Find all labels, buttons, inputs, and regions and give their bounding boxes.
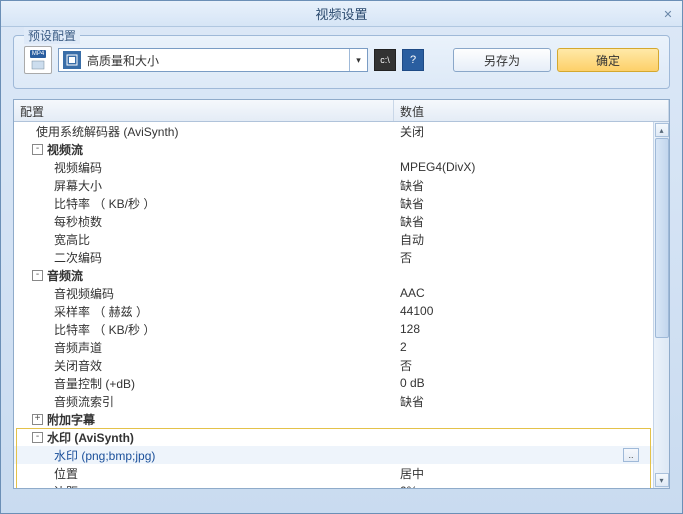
setting-label: 比特率 （ KB/秒 ） bbox=[54, 321, 155, 338]
setting-value[interactable]: 2 bbox=[394, 340, 653, 354]
vertical-scrollbar[interactable]: ▴ ▾ bbox=[653, 122, 669, 488]
table-row[interactable]: 比特率 （ KB/秒 ） 128 bbox=[14, 320, 653, 338]
window-title: 视频设置 bbox=[315, 4, 367, 23]
setting-value[interactable]: 自动 bbox=[394, 231, 653, 248]
table-row[interactable]: 音视频编码 AAC bbox=[14, 284, 653, 302]
setting-label: 音视频编码 bbox=[54, 285, 114, 302]
setting-value[interactable]: 0% bbox=[394, 484, 653, 488]
preset-select[interactable]: 高质量和大小 ▾ bbox=[58, 48, 368, 72]
setting-value[interactable]: 缺省 bbox=[394, 213, 653, 230]
setting-label: 位置 bbox=[54, 465, 78, 482]
table-row[interactable]: 屏幕大小 缺省 bbox=[14, 176, 653, 194]
setting-label: 每秒桢数 bbox=[54, 213, 102, 230]
titlebar: 视频设置 ✕ bbox=[1, 1, 682, 27]
scrollbar-thumb[interactable] bbox=[655, 138, 669, 338]
setting-label: 宽高比 bbox=[54, 231, 90, 248]
table-row[interactable]: 视频编码 MPEG4(DivX) bbox=[14, 158, 653, 176]
table-header: 配置 数值 bbox=[14, 100, 669, 122]
close-icon[interactable]: ✕ bbox=[660, 6, 676, 22]
setting-value[interactable]: 缺省 bbox=[394, 393, 653, 410]
table-row[interactable]: 位置 居中 bbox=[14, 464, 653, 482]
mp4-file-icon: MP4 bbox=[24, 46, 52, 74]
table-body: 使用系统解码器 (AviSynth)关闭-视频流视频编码MPEG4(DivX)屏… bbox=[14, 122, 653, 488]
video-settings-window: 视频设置 ✕ 预设配置 MP4 高质量和大小 ▾ c:\ ? 另存为 确定 bbox=[0, 0, 683, 514]
table-row[interactable]: 边距 0% bbox=[14, 482, 653, 488]
setting-label: 采样率 （ 赫兹 ） bbox=[54, 303, 148, 320]
setting-label: 水印 (png;bmp;jpg) bbox=[54, 447, 155, 464]
setting-value[interactable]: AAC bbox=[394, 286, 653, 300]
setting-value[interactable]: 缺省 bbox=[394, 195, 653, 212]
table-row[interactable]: 音频流索引 缺省 bbox=[14, 392, 653, 410]
table-row[interactable]: 音频声道 2 bbox=[14, 338, 653, 356]
setting-label: 音频声道 bbox=[54, 339, 102, 356]
setting-value[interactable]: 否 bbox=[394, 357, 653, 374]
setting-value[interactable]: 关闭 bbox=[394, 123, 653, 140]
setting-label: 关闭音效 bbox=[54, 357, 102, 374]
setting-value[interactable]: 44100 bbox=[394, 304, 653, 318]
preset-group: 预设配置 MP4 高质量和大小 ▾ c:\ ? 另存为 确定 bbox=[13, 35, 670, 89]
collapse-icon[interactable]: - bbox=[32, 270, 43, 281]
setting-value[interactable]: 缺省 bbox=[394, 177, 653, 194]
group-label: 音频流 bbox=[47, 267, 83, 284]
table-row[interactable]: 比特率 （ KB/秒 ） 缺省 bbox=[14, 194, 653, 212]
group-label: 视频流 bbox=[47, 141, 83, 158]
expand-icon[interactable]: + bbox=[32, 414, 43, 425]
chevron-down-icon[interactable]: ▾ bbox=[349, 49, 367, 71]
setting-label: 边距 bbox=[54, 483, 78, 489]
settings-table: 配置 数值 使用系统解码器 (AviSynth)关闭-视频流视频编码MPEG4(… bbox=[13, 99, 670, 489]
setting-label: 比特率 （ KB/秒 ） bbox=[54, 195, 155, 212]
table-row[interactable]: 采样率 （ 赫兹 ） 44100 bbox=[14, 302, 653, 320]
browse-button[interactable]: .. bbox=[623, 448, 639, 462]
preset-row: MP4 高质量和大小 ▾ c:\ ? 另存为 确定 bbox=[24, 46, 659, 74]
column-header-config[interactable]: 配置 bbox=[14, 100, 394, 121]
setting-value[interactable]: 居中 bbox=[394, 465, 653, 482]
group-row[interactable]: -视频流 bbox=[14, 140, 653, 158]
table-row[interactable]: 二次编码 否 bbox=[14, 248, 653, 266]
setting-value[interactable]: MPEG4(DivX) bbox=[394, 160, 653, 174]
setting-label: 视频编码 bbox=[54, 159, 102, 176]
save-as-button[interactable]: 另存为 bbox=[453, 48, 551, 72]
scroll-down-icon[interactable]: ▾ bbox=[655, 473, 669, 487]
group-label: 附加字幕 bbox=[47, 411, 95, 428]
setting-value[interactable]: 128 bbox=[394, 322, 653, 336]
scroll-up-icon[interactable]: ▴ bbox=[655, 123, 669, 137]
setting-label: 使用系统解码器 (AviSynth) bbox=[36, 123, 178, 140]
table-row[interactable]: 每秒桢数 缺省 bbox=[14, 212, 653, 230]
table-row[interactable]: 使用系统解码器 (AviSynth) 关闭 bbox=[14, 122, 653, 140]
setting-label: 音频流索引 bbox=[54, 393, 114, 410]
setting-value[interactable]: 0 dB bbox=[394, 376, 653, 390]
table-row[interactable]: 音量控制 (+dB) 0 dB bbox=[14, 374, 653, 392]
preset-legend: 预设配置 bbox=[24, 27, 80, 44]
help-button[interactable]: ? bbox=[402, 49, 424, 71]
cmd-button[interactable]: c:\ bbox=[374, 49, 396, 71]
scrollbar-track[interactable] bbox=[655, 138, 669, 472]
setting-label: 二次编码 bbox=[54, 249, 102, 266]
setting-label: 屏幕大小 bbox=[54, 177, 102, 194]
group-row[interactable]: + 附加字幕 bbox=[14, 410, 653, 428]
setting-label: 音量控制 (+dB) bbox=[54, 375, 135, 392]
group-row[interactable]: -水印 (AviSynth) bbox=[14, 428, 653, 446]
collapse-icon[interactable]: - bbox=[32, 144, 43, 155]
setting-value[interactable]: .. bbox=[394, 448, 653, 462]
group-row[interactable]: -音频流 bbox=[14, 266, 653, 284]
collapse-icon[interactable]: - bbox=[32, 432, 43, 443]
column-header-value[interactable]: 数值 bbox=[394, 100, 669, 121]
preset-select-value: 高质量和大小 bbox=[85, 52, 349, 69]
film-icon bbox=[63, 51, 81, 69]
table-row[interactable]: 水印 (png;bmp;jpg).. bbox=[14, 446, 653, 464]
group-label: 水印 (AviSynth) bbox=[47, 429, 134, 446]
setting-value[interactable]: 否 bbox=[394, 249, 653, 266]
ok-button[interactable]: 确定 bbox=[557, 48, 659, 72]
table-row[interactable]: 宽高比 自动 bbox=[14, 230, 653, 248]
table-row[interactable]: 关闭音效 否 bbox=[14, 356, 653, 374]
